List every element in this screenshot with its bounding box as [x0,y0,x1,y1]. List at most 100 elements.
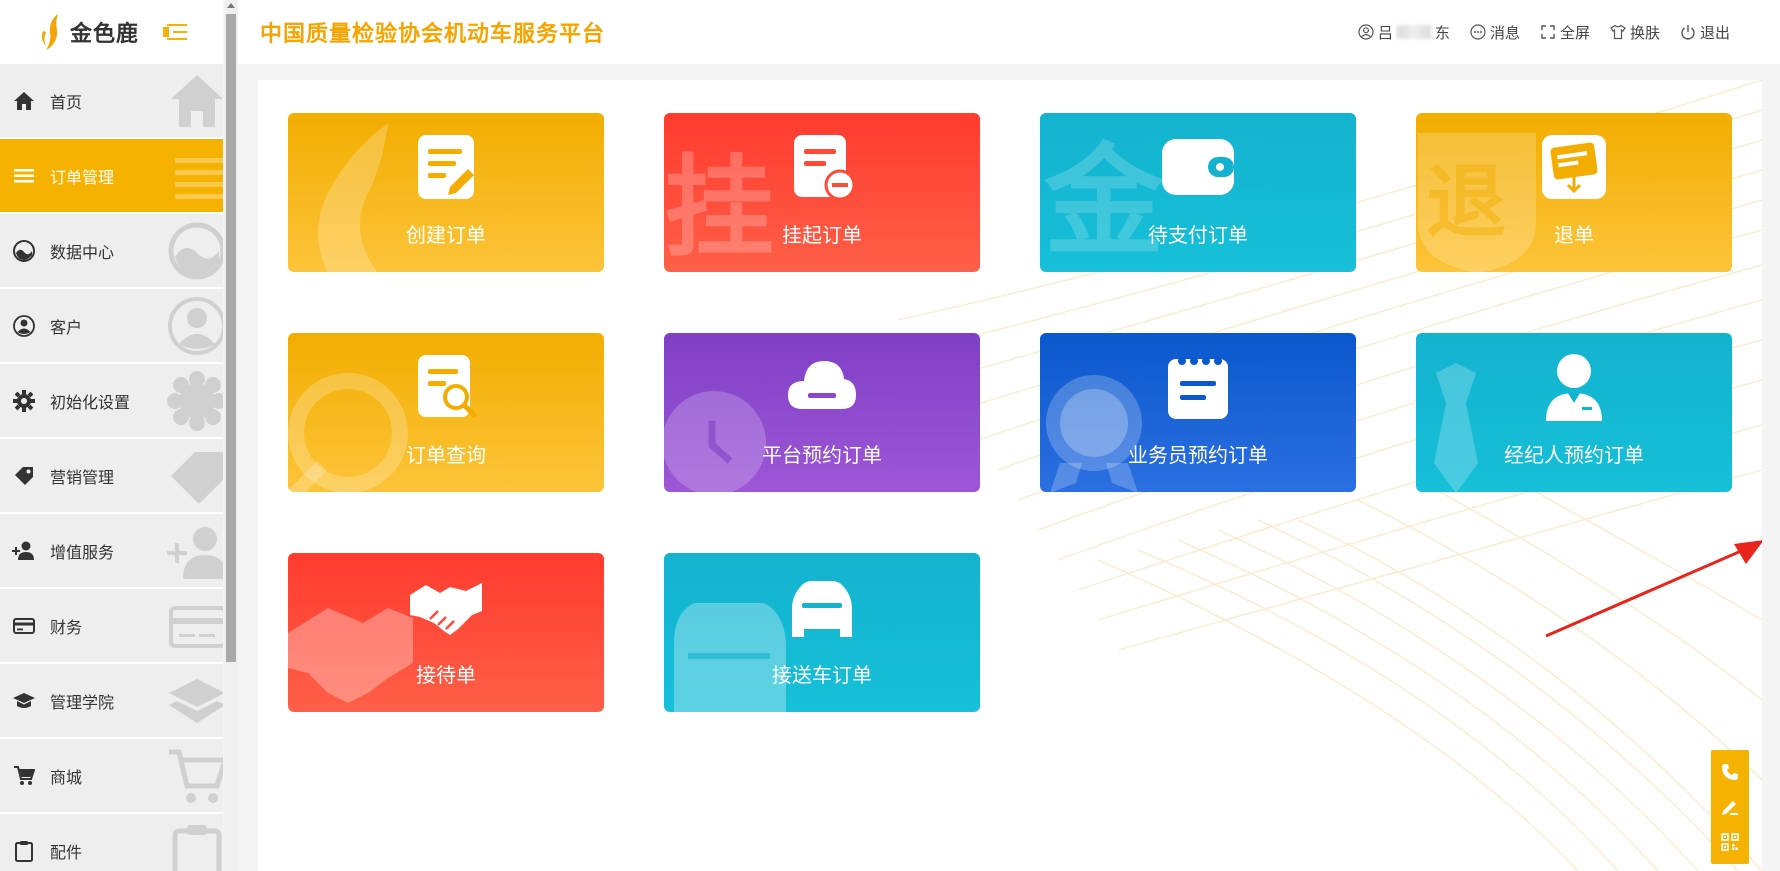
add-user-icon [12,539,36,563]
pending-payment-card[interactable]: 金 待支付订单 [1040,113,1356,272]
chart-watermark-icon [168,222,223,279]
top-header: 中国质量检验协会机动车服务平台 吕 东 消息 全屏 换肤 退出 [238,0,1780,64]
sidebar-item-label: 商城 [50,767,83,787]
logout-button[interactable]: 退出 [1680,22,1730,43]
platform-booking-card[interactable]: 平台预约订单 [664,333,980,492]
agent-icon [1546,354,1602,421]
create-order-card[interactable]: 创建订单 [288,113,604,272]
user-menu[interactable]: 吕 东 [1358,22,1450,43]
gear-icon [12,389,36,413]
card-label: 创建订单 [406,223,486,247]
card-icon [12,614,36,638]
qrcode-button[interactable] [1718,830,1742,854]
collapse-menu-icon[interactable] [163,22,188,42]
clipboard-watermark-icon [172,824,222,871]
sidebar-item-label: 营销管理 [50,467,115,487]
fullscreen-icon [1541,25,1555,39]
sidebar-item-marketing[interactable]: 营销管理 [0,439,223,512]
sidebar-item-parts[interactable]: 配件 [0,814,223,871]
sidebar-item-home[interactable]: 首页 [0,64,223,137]
shirt-icon [1610,24,1626,40]
agent-booking-card[interactable]: 经纪人预约订单 [1416,333,1732,492]
list-watermark-icon [175,157,223,199]
sidebar-item-label: 订单管理 [50,167,115,187]
qrcode-icon [1721,833,1739,852]
sidebar-item-init-settings[interactable]: 初始化设置 [0,364,223,437]
username-redacted [1396,25,1431,39]
wallet-icon [1162,139,1234,195]
edit-button[interactable] [1718,795,1742,819]
refund-card[interactable]: 退 退单 [1416,113,1732,272]
graduation-cap-icon [12,689,36,713]
fullscreen-label: 全屏 [1559,23,1590,42]
fullscreen-button[interactable]: 全屏 [1540,22,1590,43]
card-label: 经纪人预约订单 [1504,443,1644,467]
sidebar-item-label: 管理学院 [50,692,115,712]
sidebar-scrollbar[interactable] [224,0,238,871]
edit-document-icon [418,135,474,199]
skin-label: 换肤 [1629,23,1660,42]
sidebar-item-label: 增值服务 [50,542,115,562]
list-icon [12,164,36,188]
card-watermark-icon [169,605,223,648]
sidebar-item-label: 配件 [50,842,83,862]
change-skin-button[interactable]: 换肤 [1610,22,1660,43]
sidebar-item-value-added[interactable]: 增值服务 [0,514,223,587]
user-icon [1358,24,1374,40]
cart-watermark-icon [169,749,223,803]
document-search-icon [418,355,477,418]
power-icon [1681,25,1695,40]
sidebar-item-customer[interactable]: 客户 [0,289,223,362]
tag-watermark-icon [171,451,223,504]
main-panel: 创建订单 挂 挂起订单 金 待支付订单 退 退单 订单查询 平台预约订单 业务员… [258,80,1762,871]
logo-bar: 金色鹿 [0,0,223,64]
sidebar-item-order-management[interactable]: 订单管理 [0,139,223,212]
card-label: 待支付订单 [1148,223,1248,247]
scroll-up-icon[interactable] [227,3,235,8]
sidebar-item-label: 初始化设置 [50,392,131,412]
sidebar-item-data-center[interactable]: 数据中心 [0,214,223,287]
add-user-watermark-icon [167,526,223,579]
scroll-thumb[interactable] [226,14,236,662]
cart-icon [12,764,36,788]
document-minus-icon [794,135,856,201]
reception-order-card[interactable]: 接待单 [288,553,604,712]
logout-label: 退出 [1699,23,1730,42]
gear-watermark-icon [167,370,223,431]
sidebar-item-mall[interactable]: 商城 [0,739,223,812]
card-label: 业务员预约订单 [1128,443,1268,467]
card-label: 接送车订单 [772,663,872,687]
sidebar-item-label: 首页 [50,92,83,112]
clipboard-icon [12,839,36,863]
sidebar-item-finance[interactable]: 财务 [0,589,223,662]
sidebar-item-academy[interactable]: 管理学院 [0,664,223,737]
home-icon [12,89,36,113]
person-icon [12,314,36,338]
tag-icon [12,464,36,488]
sidebar: 金色鹿 首页 订单管理 数据中心 客户 初始化设置 营销管理 增值服务 财务 管… [0,0,223,871]
messages-button[interactable]: 消息 [1470,22,1520,43]
sidebar-nav: 首页 订单管理 数据中心 客户 初始化设置 营销管理 增值服务 财务 管理学院 … [0,64,223,871]
card-label: 挂起订单 [782,223,862,247]
phone-button[interactable] [1718,760,1742,784]
message-icon [1470,24,1486,40]
card-label: 退单 [1554,223,1594,247]
sidebar-item-label: 数据中心 [50,242,115,262]
brand-name: 金色鹿 [70,22,140,47]
salesman-booking-card[interactable]: 业务员预约订单 [1040,333,1356,492]
person-watermark-icon [168,296,223,355]
header-actions: 吕 东 消息 全屏 换肤 退出 [1358,0,1730,64]
messages-label: 消息 [1489,23,1520,42]
username-suffix: 东 [1434,23,1450,42]
pickup-order-card[interactable]: 接送车订单 [664,553,980,712]
sidebar-item-label: 客户 [50,317,83,337]
order-search-card[interactable]: 订单查询 [288,333,604,492]
card-label: 接待单 [416,663,476,687]
card-label: 订单查询 [406,443,486,467]
suspended-order-card[interactable]: 挂 挂起订单 [664,113,980,272]
handshake-icon [410,583,482,635]
home-watermark-icon [171,74,223,127]
sidebar-item-label: 财务 [50,617,83,637]
cloud-icon [788,361,856,409]
page-title: 中国质量检验协会机动车服务平台 [260,22,606,47]
